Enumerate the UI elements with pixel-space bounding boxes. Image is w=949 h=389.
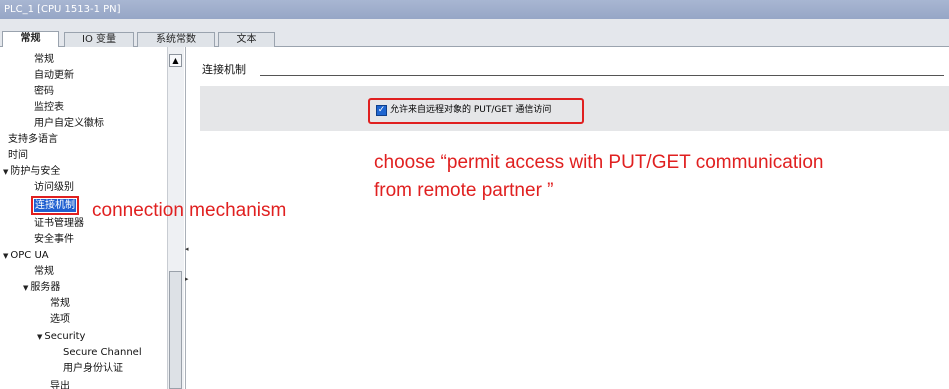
nav-item-security-events[interactable]: 安全事件 [34, 233, 74, 246]
chevron-left-icon[interactable]: ◂ [185, 244, 189, 254]
nav-item-password[interactable]: 密码 [34, 85, 54, 98]
nav-item-label: 常规 [34, 266, 54, 277]
nav-item-protection-security[interactable]: ▼ 防护与安全 [3, 165, 60, 179]
nav-item-label: 支持多语言 [8, 134, 58, 145]
triangle-down-icon[interactable]: ▼ [37, 333, 42, 341]
nav-item-user-authentication[interactable]: 用户身份认证 [63, 362, 123, 375]
nav-item-label: 服务器 [30, 282, 61, 293]
triangle-down-icon[interactable]: ▼ [3, 168, 8, 176]
nav-item-label: Secure Channel [63, 347, 142, 358]
nav-item-label: 用户身份认证 [63, 363, 123, 374]
nav-item-label: Security [44, 331, 86, 342]
chevron-up-icon[interactable]: ▲ [169, 54, 182, 67]
nav-item-general[interactable]: 常规 [34, 53, 54, 66]
nav-item-label: 常规 [50, 298, 70, 309]
annotation-connection-mechanism: connection mechanism [92, 200, 287, 221]
triangle-down-icon[interactable]: ▼ [3, 252, 8, 260]
section-divider [260, 75, 944, 76]
section-title: 连接机制 [202, 63, 246, 76]
nav-item-label: 监控表 [34, 102, 64, 113]
nav-item-label: 导出 [50, 381, 70, 389]
nav-item-multilanguage[interactable]: 支持多语言 [8, 133, 58, 146]
nav-item-secure-channel[interactable]: Secure Channel [63, 346, 142, 359]
window-title-bar: PLC_1 [CPU 1513-1 PN] [0, 0, 949, 19]
tab-bar: 常规 IO 变量 系统常数 文本 [0, 19, 949, 48]
checkmark-icon: ✓ [377, 105, 386, 115]
nav-item-label: 连接机制 [35, 200, 75, 211]
put-get-checkbox-label[interactable]: 允许来自远程对象的 PUT/GET 通信访问 [390, 104, 551, 117]
nav-item-label: 自动更新 [34, 70, 74, 81]
nav-item-server[interactable]: ▼ 服务器 [23, 281, 60, 295]
window-title: PLC_1 [CPU 1513-1 PN] [4, 4, 121, 15]
nav-item-certificate-manager[interactable]: 证书管理器 [34, 217, 84, 230]
scroll-thumb[interactable] [169, 271, 182, 389]
nav-item-label: 选项 [50, 314, 70, 325]
nav-item-access-level[interactable]: 访问级别 [34, 181, 74, 194]
nav-item-label: 防护与安全 [10, 166, 61, 177]
nav-item-security[interactable]: ▼ Security [37, 330, 85, 344]
properties-content: 连接机制 ✓ 允许来自远程对象的 PUT/GET 通信访问 [190, 47, 949, 389]
nav-item-label: 时间 [8, 150, 28, 161]
nav-item-label: 常规 [34, 54, 54, 65]
nav-item-label: OPC UA [10, 250, 49, 261]
put-get-checkbox[interactable]: ✓ [376, 105, 387, 116]
nav-item-user-logo[interactable]: 用户自定义徽标 [34, 117, 104, 130]
nav-item-label: 访问级别 [34, 182, 74, 193]
triangle-down-icon[interactable]: ▼ [23, 284, 28, 292]
nav-item-export[interactable]: 导出 [50, 380, 70, 389]
nav-item-options[interactable]: 选项 [50, 313, 70, 326]
nav-item-auto-update[interactable]: 自动更新 [34, 69, 74, 82]
nav-item-server-general[interactable]: 常规 [50, 297, 70, 310]
tab-io-tags[interactable]: IO 变量 [64, 32, 134, 47]
nav-item-label: 证书管理器 [34, 218, 84, 229]
chevron-right-icon[interactable]: ▸ [185, 274, 189, 284]
tab-general[interactable]: 常规 [2, 31, 59, 48]
nav-item-opcua-general[interactable]: 常规 [34, 265, 54, 278]
nav-item-time[interactable]: 时间 [8, 149, 28, 162]
nav-item-label: 用户自定义徽标 [34, 118, 104, 129]
tab-texts[interactable]: 文本 [218, 32, 275, 47]
annotation-choose-line1: choose “permit access with PUT/GET commu… [374, 152, 824, 173]
annotation-choose-line2: from remote partner ” [374, 180, 554, 201]
nav-item-label: 安全事件 [34, 234, 74, 245]
nav-item-watch-table[interactable]: 监控表 [34, 101, 64, 114]
tab-system-constants[interactable]: 系统常数 [137, 32, 215, 47]
nav-item-opc-ua[interactable]: ▼ OPC UA [3, 249, 49, 263]
nav-item-connection-mechanism[interactable]: 连接机制 [31, 196, 79, 215]
nav-item-label: 密码 [34, 86, 54, 97]
